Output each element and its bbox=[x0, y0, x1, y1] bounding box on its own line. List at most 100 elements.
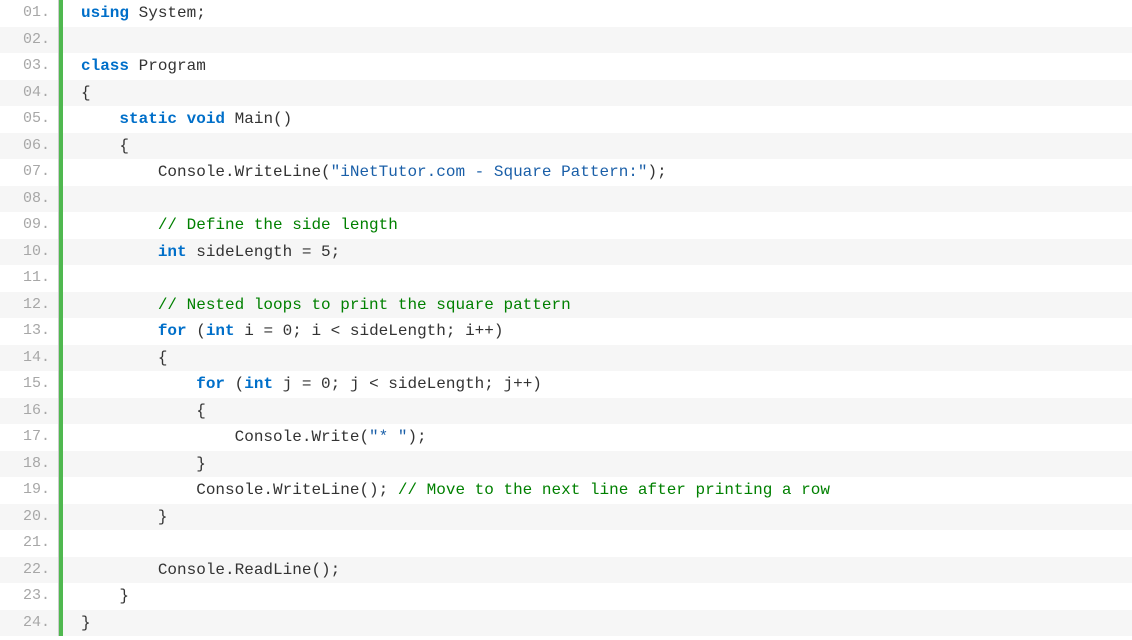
code-token: for bbox=[196, 375, 225, 393]
code-line: 19. Console.WriteLine(); // Move to the … bbox=[0, 477, 1132, 504]
code-token bbox=[81, 243, 158, 261]
gutter-gap bbox=[63, 477, 81, 504]
line-number: 02. bbox=[0, 27, 58, 54]
code-token: } bbox=[81, 455, 206, 473]
code-line: 09. // Define the side length bbox=[0, 212, 1132, 239]
code-token: j = 0; j < sideLength; j++) bbox=[273, 375, 542, 393]
code-line: 15. for (int j = 0; j < sideLength; j++) bbox=[0, 371, 1132, 398]
code-line: 12. // Nested loops to print the square … bbox=[0, 292, 1132, 319]
gutter-gap bbox=[63, 504, 81, 531]
code-content: int sideLength = 5; bbox=[81, 239, 1132, 266]
code-content: // Nested loops to print the square patt… bbox=[81, 292, 1132, 319]
line-number: 15. bbox=[0, 371, 58, 398]
line-number: 06. bbox=[0, 133, 58, 160]
code-content: } bbox=[81, 583, 1132, 610]
code-content bbox=[81, 186, 1132, 213]
code-token: { bbox=[81, 84, 91, 102]
code-line: 21. bbox=[0, 530, 1132, 557]
code-token: static bbox=[119, 110, 177, 128]
code-line: 23. } bbox=[0, 583, 1132, 610]
code-line: 22. Console.ReadLine(); bbox=[0, 557, 1132, 584]
code-line: 07. Console.WriteLine("iNetTutor.com - S… bbox=[0, 159, 1132, 186]
code-token: int bbox=[158, 243, 187, 261]
code-line: 06. { bbox=[0, 133, 1132, 160]
gutter-gap bbox=[63, 610, 81, 637]
line-number: 14. bbox=[0, 345, 58, 372]
code-token: { bbox=[81, 349, 167, 367]
code-token: System; bbox=[129, 4, 206, 22]
line-number: 05. bbox=[0, 106, 58, 133]
code-content: for (int i = 0; i < sideLength; i++) bbox=[81, 318, 1132, 345]
code-token: for bbox=[158, 322, 187, 340]
code-token: Main() bbox=[225, 110, 292, 128]
gutter-gap bbox=[63, 557, 81, 584]
code-content: class Program bbox=[81, 53, 1132, 80]
code-token: i = 0; i < sideLength; i++) bbox=[235, 322, 504, 340]
code-line: 01. using System; bbox=[0, 0, 1132, 27]
code-token: Console.ReadLine(); bbox=[81, 561, 340, 579]
code-line: 13. for (int i = 0; i < sideLength; i++) bbox=[0, 318, 1132, 345]
code-content: // Define the side length bbox=[81, 212, 1132, 239]
code-token: } bbox=[81, 587, 129, 605]
line-number: 10. bbox=[0, 239, 58, 266]
code-line: 10. int sideLength = 5; bbox=[0, 239, 1132, 266]
code-content: Console.ReadLine(); bbox=[81, 557, 1132, 584]
code-token: ); bbox=[407, 428, 426, 446]
code-token: Console.WriteLine(); bbox=[81, 481, 398, 499]
code-line: 05. static void Main() bbox=[0, 106, 1132, 133]
code-token: Console.WriteLine( bbox=[81, 163, 331, 181]
code-token: void bbox=[187, 110, 225, 128]
code-content: for (int j = 0; j < sideLength; j++) bbox=[81, 371, 1132, 398]
code-line: 04. { bbox=[0, 80, 1132, 107]
line-number: 08. bbox=[0, 186, 58, 213]
code-token bbox=[177, 110, 187, 128]
line-number: 21. bbox=[0, 530, 58, 557]
code-content: { bbox=[81, 133, 1132, 160]
line-number: 03. bbox=[0, 53, 58, 80]
line-number: 04. bbox=[0, 80, 58, 107]
code-token: // Move to the next line after printing … bbox=[398, 481, 830, 499]
code-content: { bbox=[81, 80, 1132, 107]
gutter-gap bbox=[63, 583, 81, 610]
gutter-gap bbox=[63, 212, 81, 239]
code-content bbox=[81, 27, 1132, 54]
code-line: 24.} bbox=[0, 610, 1132, 637]
gutter-gap bbox=[63, 27, 81, 54]
gutter-gap bbox=[63, 159, 81, 186]
line-number: 17. bbox=[0, 424, 58, 451]
code-token: // Nested loops to print the square patt… bbox=[158, 296, 571, 314]
gutter-gap bbox=[63, 133, 81, 160]
gutter-gap bbox=[63, 530, 81, 557]
code-line: 20. } bbox=[0, 504, 1132, 531]
line-number: 19. bbox=[0, 477, 58, 504]
gutter-gap bbox=[63, 398, 81, 425]
code-line: 14. { bbox=[0, 345, 1132, 372]
code-token: { bbox=[81, 137, 129, 155]
line-number: 07. bbox=[0, 159, 58, 186]
code-line: 16. { bbox=[0, 398, 1132, 425]
code-token bbox=[81, 110, 119, 128]
code-token: ); bbox=[648, 163, 667, 181]
code-content: Console.Write("* "); bbox=[81, 424, 1132, 451]
gutter-gap bbox=[63, 80, 81, 107]
line-number: 01. bbox=[0, 0, 58, 27]
code-line: 17. Console.Write("* "); bbox=[0, 424, 1132, 451]
line-number: 11. bbox=[0, 265, 58, 292]
code-content bbox=[81, 530, 1132, 557]
gutter-gap bbox=[63, 106, 81, 133]
gutter-gap bbox=[63, 371, 81, 398]
gutter-gap bbox=[63, 318, 81, 345]
code-content: } bbox=[81, 451, 1132, 478]
code-line: 18. } bbox=[0, 451, 1132, 478]
code-content: Console.WriteLine(); // Move to the next… bbox=[81, 477, 1132, 504]
code-token: } bbox=[81, 508, 167, 526]
gutter-gap bbox=[63, 186, 81, 213]
line-number: 22. bbox=[0, 557, 58, 584]
code-content bbox=[81, 265, 1132, 292]
code-token: class bbox=[81, 57, 129, 75]
line-number: 23. bbox=[0, 583, 58, 610]
code-content: using System; bbox=[81, 0, 1132, 27]
gutter-gap bbox=[63, 265, 81, 292]
line-number: 09. bbox=[0, 212, 58, 239]
gutter-gap bbox=[63, 292, 81, 319]
